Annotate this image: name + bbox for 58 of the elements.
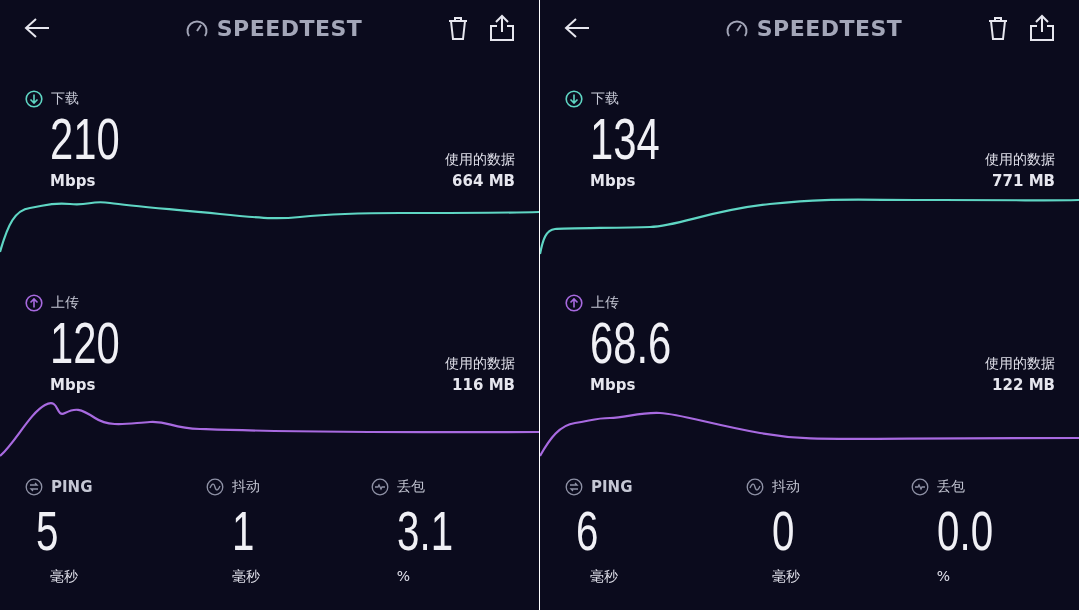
speed-unit: Mbps bbox=[590, 171, 637, 192]
stat-unit: 毫秒 bbox=[231, 568, 261, 586]
wave-icon bbox=[205, 478, 224, 496]
pulse-icon bbox=[910, 478, 929, 496]
trash-icon[interactable] bbox=[987, 15, 1009, 41]
upload-icon bbox=[565, 294, 583, 312]
wave-icon bbox=[745, 478, 764, 496]
pulse-icon bbox=[370, 478, 389, 496]
stat-value: 0 bbox=[771, 500, 796, 562]
section-label: 下载 bbox=[51, 90, 79, 108]
stat-value: 6 bbox=[575, 500, 600, 562]
share-icon[interactable] bbox=[1029, 14, 1055, 42]
app-title: SPEEDTEST bbox=[756, 15, 903, 41]
data-used-label: 使用的数据 bbox=[985, 354, 1055, 373]
stat-label: 丢包 bbox=[936, 478, 965, 496]
stat-label: PING bbox=[51, 478, 93, 496]
download-icon bbox=[565, 90, 583, 108]
data-used-label: 使用的数据 bbox=[985, 150, 1055, 169]
back-icon[interactable] bbox=[564, 17, 590, 39]
speed-value: 134 bbox=[590, 108, 660, 170]
stat-unit: % bbox=[396, 568, 412, 584]
data-used-label: 使用的数据 bbox=[445, 354, 515, 373]
speed-unit: Mbps bbox=[590, 375, 637, 396]
stat-label: PING bbox=[591, 478, 633, 496]
data-used-value: 116 MB bbox=[452, 375, 515, 396]
section-label: 下载 bbox=[591, 90, 619, 108]
data-used-value: 122 MB bbox=[992, 375, 1055, 396]
data-used-value: 771 MB bbox=[992, 171, 1055, 192]
data-used-value: 664 MB bbox=[452, 171, 515, 192]
back-icon[interactable] bbox=[24, 17, 50, 39]
speed-unit: Mbps bbox=[50, 171, 97, 192]
stat-label: 抖动 bbox=[771, 478, 800, 496]
stat-value: 5 bbox=[35, 500, 60, 562]
gauge-icon bbox=[184, 17, 209, 39]
download-icon bbox=[25, 90, 43, 108]
stat-label: 丢包 bbox=[396, 478, 425, 496]
ping-icon bbox=[565, 478, 583, 496]
speed-unit: Mbps bbox=[50, 375, 97, 396]
ping-icon bbox=[25, 478, 43, 496]
speed-value: 210 bbox=[50, 108, 120, 170]
stat-label: 抖动 bbox=[231, 478, 260, 496]
section-label: 上传 bbox=[51, 294, 79, 312]
stat-unit: 毫秒 bbox=[49, 568, 79, 586]
stat-value: 3.1 bbox=[396, 500, 454, 562]
data-used-label: 使用的数据 bbox=[445, 150, 515, 169]
stat-value: 1 bbox=[231, 500, 256, 562]
stat-unit: 毫秒 bbox=[771, 568, 801, 586]
stat-value: 0.0 bbox=[936, 500, 994, 562]
trash-icon[interactable] bbox=[447, 15, 469, 41]
speed-value: 68.6 bbox=[590, 312, 672, 374]
gauge-icon bbox=[724, 17, 749, 39]
app-title: SPEEDTEST bbox=[216, 15, 363, 41]
section-label: 上传 bbox=[591, 294, 619, 312]
upload-icon bbox=[25, 294, 43, 312]
speed-value: 120 bbox=[50, 312, 120, 374]
stat-unit: 毫秒 bbox=[589, 568, 619, 586]
share-icon[interactable] bbox=[489, 14, 515, 42]
stat-unit: % bbox=[936, 568, 952, 584]
